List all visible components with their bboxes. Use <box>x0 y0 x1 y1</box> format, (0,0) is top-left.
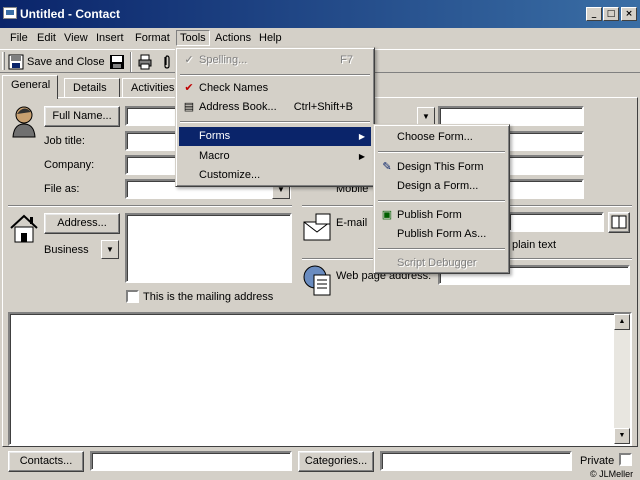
save-and-close-icon <box>8 54 24 70</box>
menu-format[interactable]: Format <box>132 30 173 46</box>
email-envelope-icon <box>303 213 331 241</box>
scroll-down-button[interactable]: ▼ <box>614 428 630 444</box>
menu-item-macro[interactable]: Macro ▶ <box>179 147 371 166</box>
toolbar-separator <box>130 52 132 72</box>
maximize-button[interactable]: □ <box>603 7 619 21</box>
menu-separator <box>378 200 505 202</box>
email-field[interactable] <box>508 212 604 232</box>
toolbar-grip[interactable] <box>2 52 5 70</box>
company-field[interactable] <box>125 155 181 175</box>
menu-separator <box>378 248 505 250</box>
address-button[interactable]: Address... <box>44 213 120 234</box>
address-book-icon <box>611 215 627 229</box>
address-textarea[interactable] <box>125 213 292 283</box>
menu-file[interactable]: File <box>7 30 31 46</box>
menu-separator <box>378 151 505 153</box>
email-address-book-button[interactable] <box>608 212 630 233</box>
forms-submenu: Choose Form... ✎ Design This Form Design… <box>373 124 510 274</box>
notes-scrollbar[interactable]: ▲ ▼ <box>614 314 630 444</box>
check-names-icon: ✔ <box>184 82 194 94</box>
address-book-icon: ▤ <box>183 101 195 113</box>
phone-field-1[interactable] <box>438 106 584 126</box>
tab-details[interactable]: Details <box>64 78 120 98</box>
full-name-button[interactable]: Full Name... <box>44 106 120 127</box>
contacts-field[interactable] <box>90 451 292 471</box>
private-checkbox[interactable] <box>619 453 632 466</box>
submenu-arrow-icon: ▶ <box>358 152 365 161</box>
house-icon <box>10 214 38 243</box>
save-icon[interactable] <box>109 54 125 70</box>
publish-form-icon: ▣ <box>381 209 393 221</box>
close-button[interactable]: × <box>621 7 637 21</box>
contact-person-icon <box>12 106 36 138</box>
business-label: Business <box>44 244 89 256</box>
copyright-text: © JLMeller <box>590 469 634 479</box>
title-bar[interactable]: Untitled - Contact _ □ × <box>0 0 640 28</box>
tab-general[interactable]: General <box>2 75 58 99</box>
spelling-icon: ✓ <box>184 54 194 66</box>
menu-item-spelling[interactable]: ✓ Spelling... F7 <box>179 51 371 70</box>
categories-button[interactable]: Categories... <box>298 451 374 472</box>
web-page-icon <box>303 265 331 296</box>
menu-tools[interactable]: Tools <box>176 30 210 46</box>
menu-separator <box>180 74 370 76</box>
design-form-icon: ✎ <box>382 161 392 173</box>
company-label: Company: <box>44 159 95 171</box>
menu-item-publish-form-as[interactable]: Publish Form As... <box>377 225 506 244</box>
file-as-label: File as: <box>44 183 80 195</box>
contacts-button[interactable]: Contacts... <box>8 451 84 472</box>
menu-item-choose-form[interactable]: Choose Form... <box>377 128 506 147</box>
menu-item-customize[interactable]: Customize... <box>179 166 371 185</box>
menu-item-address-book[interactable]: ▤ Address Book... Ctrl+Shift+B <box>179 98 371 117</box>
menu-separator <box>180 121 370 123</box>
save-and-close-button[interactable]: Save and Close <box>8 52 108 72</box>
private-label: Private <box>580 455 615 467</box>
menu-item-publish-form[interactable]: ▣ Publish Form <box>377 206 506 225</box>
email-label: E-mail <box>336 217 368 229</box>
job-title-field[interactable] <box>125 131 181 151</box>
menu-item-design-a-form[interactable]: Design a Form... <box>377 177 506 196</box>
menu-view[interactable]: View <box>61 30 91 46</box>
address-type-dropdown[interactable]: ▼ <box>101 240 119 259</box>
contact-app-icon[interactable] <box>3 7 17 19</box>
separator <box>8 205 292 207</box>
mailing-address-checkbox[interactable] <box>126 290 139 303</box>
print-icon[interactable] <box>137 54 153 70</box>
categories-field[interactable] <box>380 451 572 471</box>
scroll-up-button[interactable]: ▲ <box>614 314 630 330</box>
save-and-close-label: Save and Close <box>27 56 105 68</box>
menu-item-check-names[interactable]: ✔ Check Names <box>179 79 371 98</box>
menu-help[interactable]: Help <box>256 30 285 46</box>
full-name-field[interactable] <box>125 106 181 126</box>
mailing-address-label: This is the mailing address <box>143 291 274 303</box>
menu-item-forms[interactable]: Forms ▶ <box>179 127 371 146</box>
menu-insert[interactable]: Insert <box>93 30 127 46</box>
menu-bar: File Edit View Insert Format Tools Actio… <box>0 28 640 48</box>
plain-text-label: plain text <box>512 239 557 251</box>
minimize-button[interactable]: _ <box>586 7 602 21</box>
menu-actions[interactable]: Actions <box>212 30 254 46</box>
menu-item-script-debugger[interactable]: Script Debugger <box>377 254 506 273</box>
tools-menu: ✓ Spelling... F7 ✔ Check Names ▤ Address… <box>175 47 375 187</box>
window-title: Untitled - Contact <box>20 7 120 21</box>
notes-textarea[interactable] <box>8 312 632 446</box>
attachment-icon[interactable] <box>161 54 173 70</box>
submenu-arrow-icon: ▶ <box>358 132 365 141</box>
job-title-label: Job title: <box>44 135 85 147</box>
menu-item-design-this-form[interactable]: ✎ Design This Form <box>377 158 506 177</box>
menu-edit[interactable]: Edit <box>34 30 59 46</box>
